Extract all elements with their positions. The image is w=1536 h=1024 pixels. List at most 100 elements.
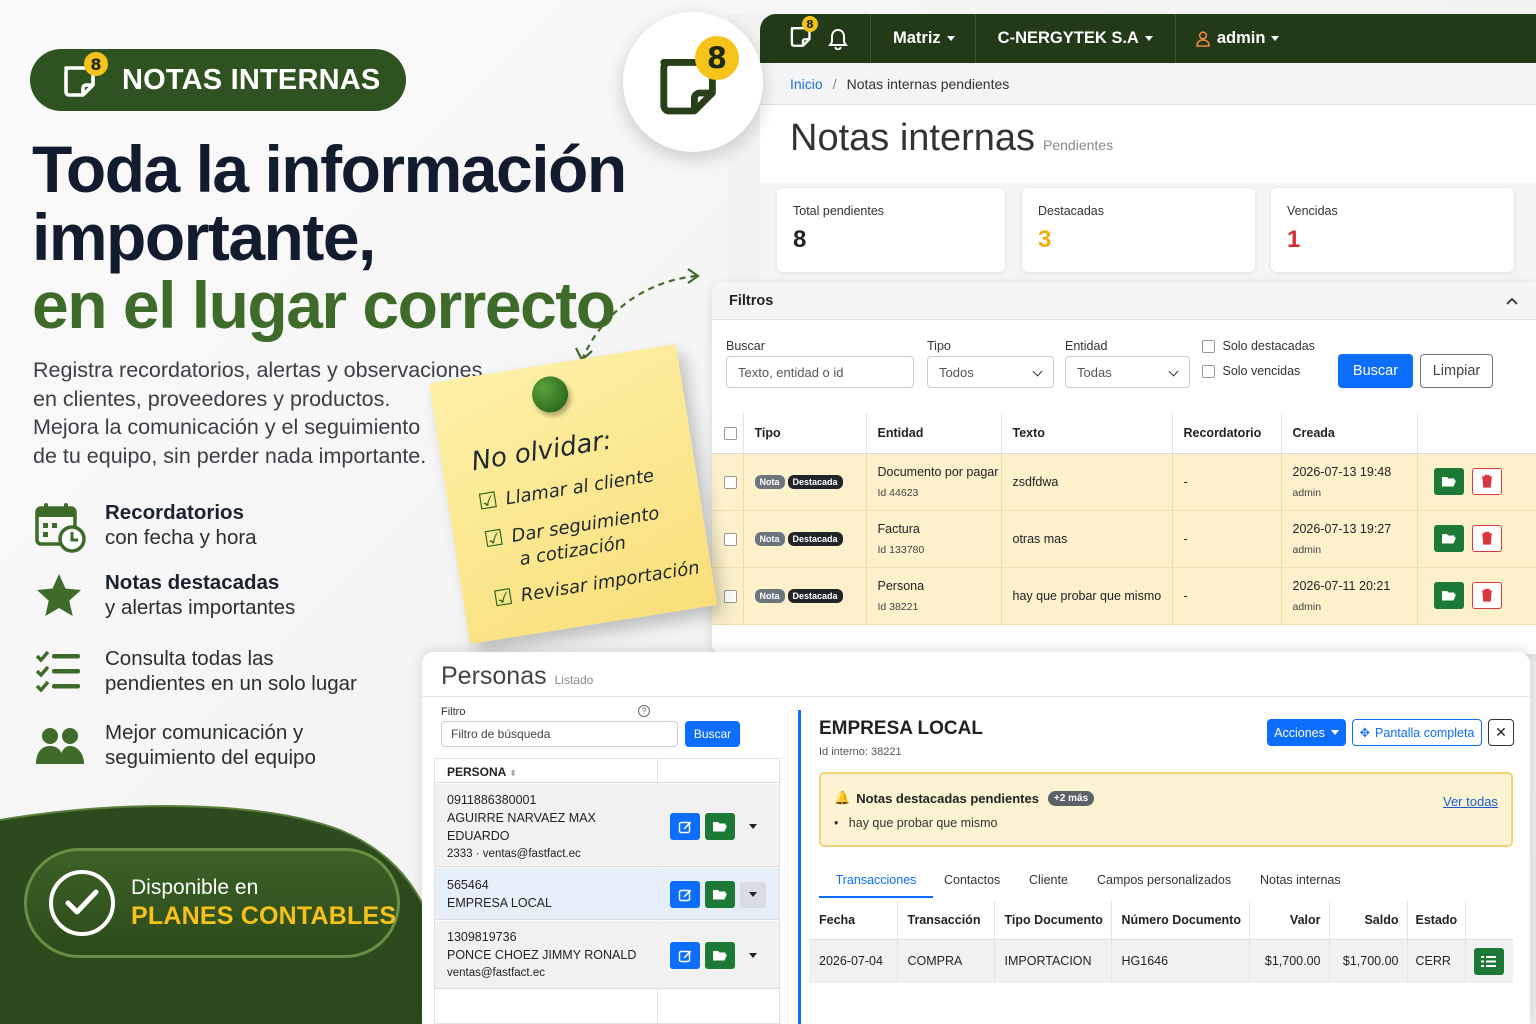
check-circle-icon <box>49 870 115 936</box>
col-fecha[interactable]: Fecha <box>809 901 898 940</box>
persona-search-button[interactable]: Buscar <box>685 721 740 747</box>
folder-open-icon <box>713 890 727 900</box>
col-tipo-documento[interactable]: Tipo Documento <box>994 901 1112 940</box>
entity-id: Id 38221 <box>877 600 919 613</box>
list-item[interactable]: 1309819736 PONCE CHOEZ JIMMY RONALD vent… <box>435 921 779 989</box>
search-input[interactable]: Texto, entidad o id <box>726 356 914 388</box>
actions-label: Acciones <box>1274 725 1325 740</box>
col-saldo[interactable]: Saldo <box>1329 901 1408 940</box>
star-icon <box>37 574 81 616</box>
breadcrumb-home[interactable]: Inicio <box>790 76 823 92</box>
trash-icon <box>1481 589 1492 602</box>
edit-button[interactable] <box>670 881 700 908</box>
select-all-checkbox[interactable] <box>724 426 737 440</box>
tag-nota: Nota <box>754 589 785 603</box>
row-dropdown[interactable] <box>740 881 766 908</box>
edit-button[interactable] <box>670 942 700 969</box>
help-icon[interactable]: ? <box>638 705 650 717</box>
see-all-link[interactable]: Ver todas <box>1443 794 1498 809</box>
row-checkbox[interactable] <box>724 589 737 603</box>
detail-accent <box>798 710 801 1024</box>
table-row: Nota Destacada Documento por pagar Id 4462… <box>712 453 1536 511</box>
delete-button[interactable] <box>1471 581 1502 609</box>
open-folder-button[interactable] <box>705 813 735 840</box>
open-folder-button[interactable] <box>1433 468 1464 496</box>
open-folder-button[interactable] <box>1433 582 1464 610</box>
list-item[interactable]: 0911886380001 AGUIRRE NARVAEZ MAX EDUARD… <box>435 784 779 867</box>
only-expired-checkbox[interactable]: Solo vencidas <box>1202 364 1300 379</box>
col-texto[interactable]: Texto <box>1001 413 1173 454</box>
delete-button[interactable] <box>1471 467 1502 495</box>
only-starred-checkbox[interactable]: Solo destacadas <box>1202 339 1315 354</box>
open-folder-button[interactable] <box>1433 525 1464 553</box>
stat-value: 3 <box>1038 226 1052 253</box>
created-date: 2026-07-11 20:21 <box>1292 578 1391 593</box>
open-folder-button[interactable] <box>705 881 735 908</box>
breadcrumb-sep: / <box>832 75 837 92</box>
col-entidad[interactable]: Entidad <box>866 413 1002 454</box>
close-button[interactable]: ✕ <box>1488 719 1514 746</box>
description: Registra recordatorios, alertas y observ… <box>33 356 503 470</box>
tab-cliente[interactable]: Cliente <box>1029 873 1068 887</box>
type-label: Tipo <box>927 339 951 353</box>
available-label: Disponible en <box>131 876 259 899</box>
table-row: Nota Destacada Persona Id 38221 hay que pr… <box>712 567 1536 625</box>
row-checkbox[interactable] <box>724 475 737 489</box>
col-creada[interactable]: Creada <box>1281 413 1418 454</box>
pill-badge: 8 <box>84 52 108 76</box>
bell-icon[interactable] <box>828 28 848 50</box>
list-item[interactable]: 565464 EMPRESA LOCAL <box>435 868 779 920</box>
tag-destacada: Destacada <box>787 589 843 603</box>
bell-icon: 🔔 <box>834 790 851 805</box>
persona-filter-input[interactable]: Filtro de búsqueda <box>441 721 678 747</box>
edit-icon <box>678 821 692 833</box>
row-dropdown[interactable] <box>740 943 766 969</box>
delete-button[interactable] <box>1471 524 1502 552</box>
entity-label: Entidad <box>1065 339 1108 353</box>
col-tipo[interactable]: Tipo <box>743 413 867 454</box>
row-checkbox[interactable] <box>724 532 737 546</box>
created-date: 2026-07-13 19:48 <box>1292 464 1392 479</box>
users-icon <box>36 728 84 764</box>
search-button[interactable]: Buscar <box>1338 354 1413 388</box>
branch-dropdown[interactable]: Matriz <box>871 29 975 48</box>
feature-communication: Mejor comunicación y seguimiento del equi… <box>33 720 316 775</box>
col-estado[interactable]: Estado <box>1407 901 1466 940</box>
pill-label: NOTAS INTERNAS <box>122 63 381 96</box>
actions-button[interactable]: Acciones <box>1267 719 1346 746</box>
edit-button[interactable] <box>670 813 700 840</box>
chevron-down-icon <box>749 892 757 897</box>
feature-title: Notas destacadas <box>105 571 280 594</box>
expand-icon: ✥ <box>1359 726 1371 740</box>
chevron-up-icon[interactable] <box>1506 297 1518 305</box>
note-title: No olvidar: <box>469 425 614 478</box>
fullscreen-button[interactable]: ✥ Pantalla completa <box>1352 719 1482 746</box>
user-dropdown[interactable]: admin <box>1176 29 1300 48</box>
col-valor[interactable]: Valor <box>1249 901 1330 940</box>
col-recordatorio[interactable]: Recordatorio <box>1172 413 1282 454</box>
personas-subtitle: Listado <box>554 673 594 687</box>
col-transaccion[interactable]: Transacción <box>897 901 995 940</box>
table-row[interactable]: 2026-07-04 COMPRA IMPORTACION HG1646 $1,… <box>809 939 1513 983</box>
check-icon: ☑ <box>476 487 500 516</box>
tab-notas-internas[interactable]: Notas internas <box>1260 873 1341 887</box>
starred-notes-alert: 🔔 Notas destacadas pendientes +2 más • h… <box>819 772 1513 847</box>
tab-campos-personalizados[interactable]: Campos personalizados <box>1097 873 1231 887</box>
tab-contactos[interactable]: Contactos <box>944 873 1000 887</box>
clear-button[interactable]: Limpiar <box>1420 354 1493 388</box>
col-numero-documento[interactable]: Número Documento <box>1111 901 1250 940</box>
branch-label: Matriz <box>893 29 941 47</box>
persona-col-header[interactable]: PERSONA ⬍ <box>435 759 779 783</box>
sort-icon[interactable]: ⬍ <box>509 768 517 778</box>
big-badge: 8 <box>695 36 739 80</box>
tab-transacciones[interactable]: Transacciones <box>819 864 933 898</box>
created-user: admin <box>1292 543 1322 556</box>
notes-nav-icon[interactable]: 8 <box>788 16 818 54</box>
entity-select[interactable]: Todas <box>1065 356 1190 388</box>
list-details-button[interactable] <box>1473 947 1504 975</box>
row-dropdown[interactable] <box>740 814 766 840</box>
type-select[interactable]: Todos <box>927 356 1054 388</box>
open-folder-button[interactable] <box>705 942 735 969</box>
company-dropdown[interactable]: C-NERGYTEK S.A <box>976 29 1175 48</box>
filters-header[interactable]: Filtros <box>712 282 1536 320</box>
